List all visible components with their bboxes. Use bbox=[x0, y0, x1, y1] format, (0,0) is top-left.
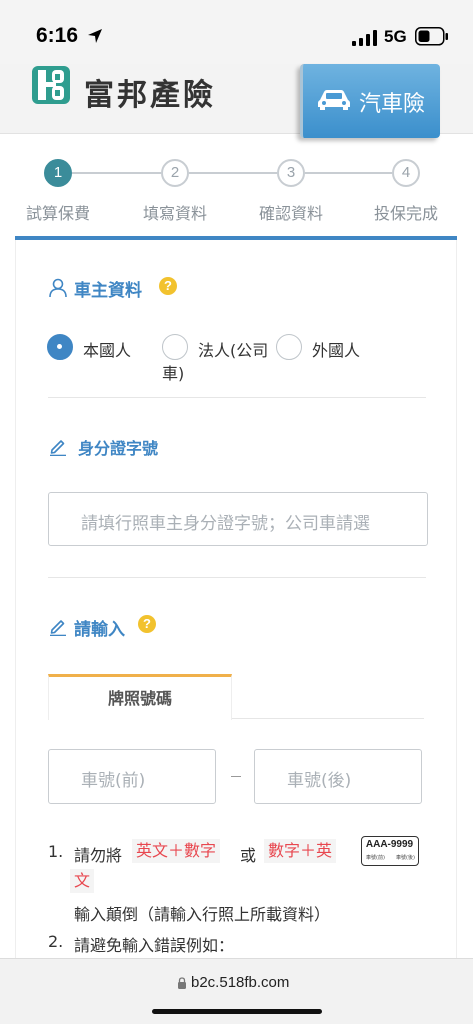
plate-back-caption: 車號(後) bbox=[396, 855, 415, 861]
progress-steps: 1 2 3 4 試算保費 填寫資料 確認資料 投保完成 bbox=[0, 150, 473, 240]
plate-example-text: AAA-9999 bbox=[365, 839, 414, 850]
note-1-prefix: 請勿將 bbox=[74, 846, 123, 865]
radio-domestic-label: 本國人 bbox=[83, 341, 132, 360]
url-text: b2c.518fb.com bbox=[191, 974, 290, 991]
step-3-label: 確認資料 bbox=[258, 204, 323, 223]
id-number-input[interactable]: 請填行照車主身分證字號；公司車請選 bbox=[48, 492, 428, 546]
step-4-label: 投保完成 bbox=[373, 204, 438, 223]
browser-url-bar[interactable]: b2c.518fb.com bbox=[0, 958, 473, 1024]
step-connector bbox=[189, 172, 277, 174]
pencil-icon bbox=[50, 620, 66, 636]
car-icon bbox=[318, 90, 350, 110]
step-3-circle: 3 bbox=[277, 159, 305, 187]
network-type: 5G bbox=[384, 27, 407, 46]
highlight-letters-digits: 英文＋數字 bbox=[132, 839, 221, 863]
radio-corporate[interactable] bbox=[162, 334, 188, 360]
car-insurance-label: 汽車險 bbox=[359, 92, 426, 117]
note-1-suffix: 輸入顛倒（請輸入行照上所載資料） bbox=[74, 905, 331, 924]
divider bbox=[48, 577, 426, 578]
lock-icon bbox=[178, 977, 186, 989]
signal-bars-icon bbox=[352, 30, 377, 46]
home-indicator[interactable] bbox=[152, 1009, 322, 1014]
license-plate-example: AAA-9999 車號(前) 車號(後) bbox=[361, 836, 419, 866]
step-4-circle: 4 bbox=[392, 159, 420, 187]
step-2-label: 填寫資料 bbox=[142, 204, 207, 223]
tab-underline bbox=[232, 718, 424, 719]
highlight-digits-letters: 數字＋英 bbox=[264, 839, 337, 863]
form-card: 車主資料 ? 本國人 法人(公司 車) 外國人 身分證字號 請填行照車主身分證字… bbox=[15, 240, 457, 960]
owner-help-icon[interactable]: ? bbox=[159, 277, 177, 295]
site-header: 富邦產險 汽車險 bbox=[0, 64, 473, 138]
note-1-number: 1. bbox=[48, 842, 64, 861]
plate-separator bbox=[231, 776, 241, 777]
plate-front-input[interactable]: 車號(前) bbox=[48, 749, 216, 804]
plate-back-input[interactable]: 車號(後) bbox=[254, 749, 422, 804]
step-connector bbox=[72, 172, 161, 174]
status-time: 6:16 bbox=[36, 24, 79, 47]
highlight-digits-letters-wrap: 文 bbox=[70, 869, 95, 893]
brand-name: 富邦產險 bbox=[84, 78, 216, 113]
note-1-or: 或 bbox=[240, 846, 257, 865]
radio-foreign-label: 外國人 bbox=[312, 341, 361, 360]
radio-corporate-label-wrap: 車) bbox=[162, 364, 185, 383]
radio-corporate-label: 法人(公司 bbox=[198, 341, 269, 360]
owner-section-title: 車主資料 bbox=[74, 281, 142, 301]
status-bar: 6:16 5G bbox=[0, 0, 473, 64]
car-insurance-tab[interactable]: 汽車險 bbox=[300, 64, 440, 138]
plate-section-title: 請輸入 bbox=[74, 620, 125, 640]
plate-front-caption: 車號(前) bbox=[366, 855, 385, 861]
person-icon bbox=[49, 278, 67, 298]
note-2-number: 2. bbox=[48, 932, 64, 951]
radio-domestic[interactable] bbox=[47, 334, 73, 360]
pencil-icon bbox=[50, 440, 66, 456]
step-1-label: 試算保費 bbox=[25, 204, 90, 223]
fubon-logo-icon bbox=[32, 66, 70, 104]
radio-foreign[interactable] bbox=[276, 334, 302, 360]
battery-icon bbox=[415, 27, 448, 46]
divider bbox=[48, 397, 426, 398]
plate-help-icon[interactable]: ? bbox=[138, 615, 156, 633]
step-connector bbox=[305, 172, 392, 174]
tab-plate-number[interactable]: 牌照號碼 bbox=[48, 674, 232, 720]
step-2-circle: 2 bbox=[161, 159, 189, 187]
location-arrow-icon bbox=[88, 29, 102, 43]
id-section-title: 身分證字號 bbox=[78, 439, 159, 458]
note-2-text: 請避免輸入錯誤例如： bbox=[74, 936, 235, 955]
step-1-circle: 1 bbox=[44, 159, 72, 187]
